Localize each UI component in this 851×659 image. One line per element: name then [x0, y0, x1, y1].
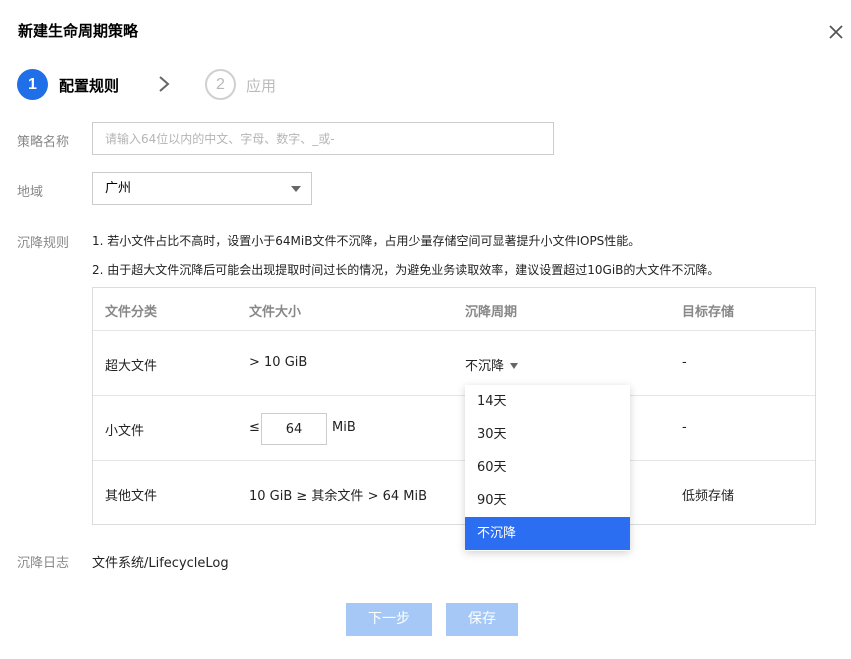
step-1-number: 1: [17, 69, 48, 100]
table-row: 小文件 ≤ MiB -: [93, 396, 815, 461]
table-row: 超大文件 > 10 GiB 不沉降 -: [93, 331, 815, 396]
step-2-number: 2: [205, 69, 236, 100]
row-category: 小文件: [105, 424, 145, 439]
period-select[interactable]: 不沉降: [465, 355, 519, 374]
table-row: 其他文件 10 GiB ≥ 其余文件 > 64 MiB 低频存储: [93, 461, 815, 524]
region-label: 地域: [17, 185, 44, 200]
rules-label: 沉降规则: [17, 236, 70, 251]
header-period: 沉降周期: [465, 305, 518, 320]
dropdown-option-14[interactable]: 14天: [465, 385, 630, 418]
dialog-title: 新建生命周期策略: [18, 22, 139, 40]
region-select-value: 广州: [105, 181, 132, 196]
header-size: 文件大小: [249, 305, 302, 320]
step-1-label: 配置规则: [59, 77, 120, 95]
close-icon[interactable]: [826, 22, 846, 42]
size-prefix: ≤: [249, 420, 260, 435]
policy-name-input[interactable]: [92, 122, 554, 155]
rules-table: 文件分类 文件大小 沉降周期 目标存储 超大文件 > 10 GiB 不沉降 - …: [92, 287, 816, 525]
caret-down-icon: [510, 362, 519, 369]
save-button[interactable]: 保存: [446, 603, 518, 636]
row-size: 10 GiB ≥ 其余文件 > 64 MiB: [249, 489, 428, 504]
dropdown-option-no-transition[interactable]: 不沉降: [465, 517, 630, 550]
size-unit: MiB: [332, 420, 356, 435]
log-value: 文件系统/LifecycleLog: [92, 556, 229, 571]
caret-down-icon: [291, 186, 301, 192]
table-header-row: 文件分类 文件大小 沉降周期 目标存储: [93, 288, 815, 331]
dropdown-option-60[interactable]: 60天: [465, 451, 630, 484]
region-select[interactable]: 广州: [92, 172, 312, 205]
header-category: 文件分类: [105, 305, 158, 320]
row-target: -: [682, 420, 687, 435]
row-category: 其他文件: [105, 489, 158, 504]
rule-note-1: 1. 若小文件占比不高时，设置小于64MiB文件不沉降，占用少量存储空间可显著提…: [92, 234, 641, 248]
period-select-value: 不沉降: [465, 359, 505, 374]
log-label: 沉降日志: [17, 556, 70, 571]
step-2-label: 应用: [246, 77, 277, 95]
period-dropdown-menu: 14天 30天 60天 90天 不沉降: [465, 385, 630, 551]
row-target: -: [682, 355, 687, 370]
row-category: 超大文件: [105, 359, 158, 374]
policy-name-label: 策略名称: [17, 135, 70, 150]
chevron-right-icon: [159, 76, 170, 92]
dropdown-option-30[interactable]: 30天: [465, 418, 630, 451]
header-target: 目标存储: [682, 305, 735, 320]
row-target: 低频存储: [682, 489, 735, 504]
row-size: > 10 GiB: [249, 355, 308, 370]
next-button[interactable]: 下一步: [346, 603, 432, 636]
rule-note-2: 2. 由于超大文件沉降后可能会出现提取时间过长的情况，为避免业务读取效率，建议设…: [92, 263, 720, 277]
small-file-size-input[interactable]: [261, 413, 327, 445]
dropdown-option-90[interactable]: 90天: [465, 484, 630, 517]
